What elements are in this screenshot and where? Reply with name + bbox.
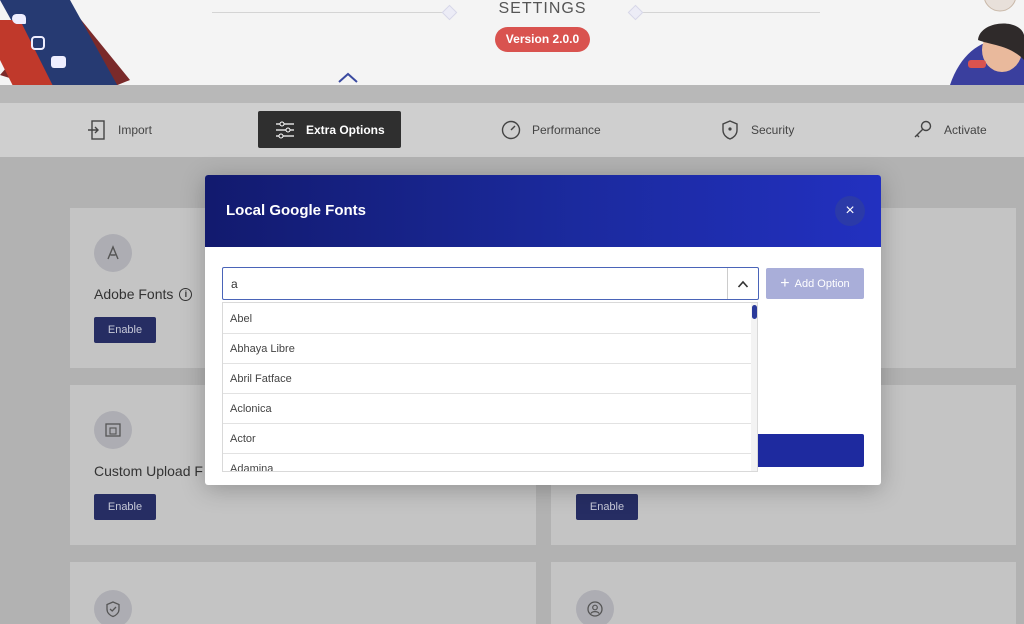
youtube-icon[interactable] xyxy=(51,56,66,68)
dropdown-option[interactable]: Aclonica xyxy=(223,394,751,424)
dropdown-option[interactable]: Adamina xyxy=(223,454,751,471)
top-header: SETTINGS Version 2.0.0 xyxy=(0,0,1024,85)
chevron-up-icon[interactable] xyxy=(727,268,758,299)
info-icon[interactable]: i xyxy=(179,287,193,301)
save-button[interactable] xyxy=(758,434,864,467)
plus-icon: + xyxy=(780,274,790,292)
scrollbar-thumb[interactable] xyxy=(752,305,757,319)
import-icon xyxy=(88,119,105,140)
dropdown-option[interactable]: Abel xyxy=(223,304,751,334)
add-option-label: Add Option xyxy=(794,277,850,290)
dropdown-option[interactable]: Abril Fatface xyxy=(223,364,751,394)
adobe-fonts-enable-button[interactable]: Enable xyxy=(94,317,156,343)
tabs-nav: Import Extra Options Performance Securit… xyxy=(0,103,1024,157)
tab-extra-options-label: Extra Options xyxy=(306,122,385,137)
shield-icon xyxy=(722,119,738,140)
adobe-fonts-title: Adobe Fonts i xyxy=(94,286,193,302)
tab-import-label: Import xyxy=(118,122,153,137)
dropdown-option[interactable]: Abhaya Libre xyxy=(223,334,751,364)
version-badge: Version 2.0.0 xyxy=(495,27,590,52)
right-card-enable-button[interactable]: Enable xyxy=(576,494,638,520)
tab-security[interactable]: Security xyxy=(719,111,794,148)
tab-extra-options[interactable]: Extra Options xyxy=(258,111,401,148)
shield-check-icon xyxy=(94,590,132,624)
font-select[interactable] xyxy=(222,267,759,300)
adobe-icon xyxy=(94,234,132,272)
tab-performance[interactable]: Performance xyxy=(500,111,601,148)
key-icon xyxy=(914,120,932,137)
custom-upload-enable-button[interactable]: Enable xyxy=(94,494,156,520)
users-settings-icon xyxy=(576,590,614,624)
person-illustration xyxy=(950,0,1024,85)
adobe-fonts-label: Adobe Fonts xyxy=(94,286,174,302)
modal-header: Local Google Fonts × xyxy=(205,175,881,247)
custom-upload-title: Custom Upload F xyxy=(94,463,203,479)
dropdown-scrollbar[interactable] xyxy=(751,303,757,471)
dropdown-option[interactable]: Actor xyxy=(223,424,751,454)
card-left-bottom xyxy=(70,562,536,624)
tab-activate[interactable]: Activate xyxy=(912,111,987,148)
custom-upload-label: Custom Upload F xyxy=(94,463,203,479)
font-search-input[interactable] xyxy=(231,275,711,293)
close-icon[interactable]: × xyxy=(835,196,865,226)
chevron-up-icon[interactable] xyxy=(336,70,360,84)
tab-activate-label: Activate xyxy=(944,122,987,137)
tab-import[interactable]: Import xyxy=(86,111,152,148)
tab-security-label: Security xyxy=(751,122,795,137)
upload-font-icon xyxy=(94,411,132,449)
tab-bar-strip xyxy=(0,85,1024,103)
speedometer-icon xyxy=(501,120,521,139)
instagram-icon[interactable] xyxy=(31,36,45,50)
modal-title: Local Google Fonts xyxy=(226,202,367,219)
local-google-fonts-modal: Local Google Fonts × + Add Option Abel A… xyxy=(205,175,881,485)
sliders-icon xyxy=(276,121,294,138)
font-options-dropdown: Abel Abhaya Libre Abril Fatface Aclonica… xyxy=(222,302,758,472)
add-option-button[interactable]: + Add Option xyxy=(766,268,864,299)
tab-performance-label: Performance xyxy=(532,122,601,137)
card-right-bottom xyxy=(551,562,1016,624)
